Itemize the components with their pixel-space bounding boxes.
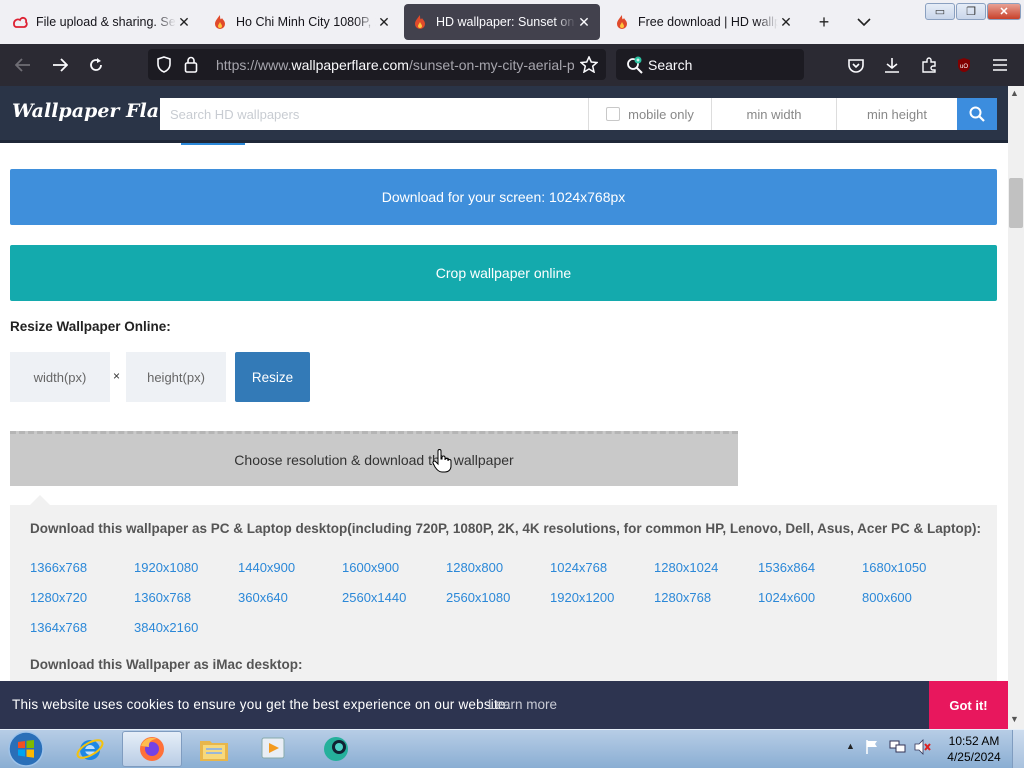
tab-hd-wallpaper-active[interactable]: HD wallpaper: Sunset on my ✕ — [404, 4, 600, 40]
windows-logo-icon — [8, 731, 44, 767]
firefox-icon — [140, 737, 164, 761]
resolution-link[interactable]: 1024x768 — [550, 560, 607, 575]
minimize-window-button[interactable]: ▭ — [925, 3, 955, 20]
resolution-link[interactable]: 1024x600 — [758, 590, 815, 605]
resize-width-input[interactable]: width(px) — [10, 352, 110, 402]
resolution-link[interactable]: 1360x768 — [134, 590, 191, 605]
times-sign: × — [113, 369, 121, 383]
show-desktop-button[interactable] — [1012, 730, 1024, 768]
close-tab-icon[interactable]: ✕ — [778, 14, 794, 31]
internet-explorer-icon — [76, 739, 104, 760]
maximize-window-button[interactable]: ❐ — [956, 3, 986, 20]
scrolled-link-underline — [181, 143, 245, 145]
extensions-puzzle-icon[interactable] — [916, 52, 942, 78]
new-tab-plus-icon[interactable]: + — [812, 10, 836, 34]
bookmark-star-icon[interactable] — [580, 56, 598, 73]
hand-cursor-icon — [432, 449, 452, 473]
url-bar[interactable]: https://www.wallpaperflare.com/sunset-on… — [148, 49, 606, 80]
crop-wallpaper-button[interactable]: Crop wallpaper online — [10, 245, 997, 301]
resolution-link[interactable]: 1280x720 — [30, 590, 87, 605]
resolution-link[interactable]: 1364x768 — [30, 620, 87, 635]
cookie-message: This website uses cookies to ensure you … — [12, 697, 510, 712]
resolution-link[interactable]: 2560x1440 — [342, 590, 406, 605]
resolution-link[interactable]: 1536x864 — [758, 560, 815, 575]
checkbox-icon[interactable] — [606, 107, 621, 121]
taskbar-firefox-active[interactable] — [122, 731, 182, 767]
lock-icon[interactable] — [184, 56, 202, 73]
scrollbar-thumb[interactable] — [1009, 178, 1023, 228]
action-center-flag-icon[interactable] — [864, 739, 880, 758]
taskbar-file-explorer[interactable] — [184, 731, 244, 767]
min-height-input[interactable]: min height — [836, 98, 957, 130]
downloads-icon[interactable] — [879, 52, 905, 78]
resolution-link[interactable]: 3840x2160 — [134, 620, 198, 635]
min-width-input[interactable]: min width — [711, 98, 836, 130]
search-icon — [969, 106, 985, 122]
flame-favicon — [415, 15, 425, 29]
folder-icon — [200, 741, 228, 761]
site-search-button[interactable] — [957, 98, 997, 130]
hamburger-menu-icon[interactable] — [987, 52, 1013, 78]
resize-title: Resize Wallpaper Online: — [10, 319, 171, 334]
tab-file-upload[interactable]: File upload & sharing. Send ✕ — [4, 4, 200, 40]
taskbar-media-player[interactable] — [244, 731, 304, 767]
tab-ho-chi-minh[interactable]: Ho Chi Minh City 1080P, 2K ✕ — [204, 4, 400, 40]
svg-text:uO: uO — [960, 64, 968, 70]
download-for-screen-button[interactable]: Download for your screen: 1024x768px — [10, 169, 997, 225]
resolution-link[interactable]: 1440x900 — [238, 560, 295, 575]
learn-more-link[interactable]: Learn more — [488, 697, 557, 712]
ublock-origin-icon[interactable]: uO — [951, 52, 977, 78]
network-icon[interactable] — [889, 739, 907, 758]
resolution-link[interactable]: 2560x1080 — [446, 590, 510, 605]
scroll-up-arrow-icon[interactable]: ▲ — [1010, 88, 1019, 98]
flame-favicon — [617, 15, 627, 29]
resolution-link[interactable]: 1600x900 — [342, 560, 399, 575]
resize-button[interactable]: Resize — [235, 352, 310, 402]
pocket-icon[interactable] — [843, 52, 869, 78]
resolution-link[interactable]: 1680x1050 — [862, 560, 926, 575]
list-tabs-chevron-icon[interactable] — [852, 10, 876, 34]
resolution-link[interactable]: 1920x1080 — [134, 560, 198, 575]
mobile-only-toggle[interactable]: mobile only — [588, 98, 711, 130]
flame-favicon — [215, 15, 225, 29]
reload-icon[interactable] — [83, 52, 109, 78]
taskbar-app-green[interactable] — [306, 731, 366, 767]
imac-title: Download this Wallpaper as iMac desktop: — [30, 657, 303, 672]
back-arrow-icon[interactable] — [10, 52, 36, 78]
resolution-link[interactable]: 360x640 — [238, 590, 288, 605]
system-clock[interactable]: 10:52 AM 4/25/2024 — [944, 733, 1004, 765]
start-button[interactable] — [4, 730, 48, 768]
show-hidden-icons-arrow[interactable]: ▲ — [846, 741, 855, 751]
shield-icon[interactable] — [156, 56, 174, 73]
green-circle-app-icon — [324, 737, 348, 761]
pc-laptop-title: Download this wallpaper as PC & Laptop d… — [30, 521, 981, 536]
upload-favicon — [13, 16, 28, 28]
tab-free-download[interactable]: Free download | HD wallpa ✕ — [606, 4, 802, 40]
taskbar-internet-explorer[interactable] — [60, 731, 120, 767]
resolution-link[interactable]: 1280x800 — [446, 560, 503, 575]
search-engine-icon — [626, 56, 644, 74]
url-text[interactable]: https://www.wallpaperflare.com/sunset-on… — [216, 57, 576, 73]
resolution-link[interactable]: 1280x1024 — [654, 560, 718, 575]
resize-height-input[interactable]: height(px) — [126, 352, 226, 402]
scroll-down-arrow-icon[interactable]: ▼ — [1010, 714, 1019, 724]
volume-muted-icon[interactable] — [914, 739, 932, 758]
close-tab-icon[interactable]: ✕ — [176, 14, 192, 31]
resolution-link[interactable]: 1280x768 — [654, 590, 711, 605]
got-it-button[interactable]: Got it! — [929, 681, 1008, 729]
search-input[interactable] — [160, 98, 588, 130]
close-tab-icon[interactable]: ✕ — [376, 14, 392, 31]
browser-search-bar[interactable]: Search — [616, 49, 804, 80]
panel-caret — [30, 495, 50, 505]
close-window-button[interactable]: ✕ — [987, 3, 1021, 20]
resolution-link[interactable]: 800x600 — [862, 590, 912, 605]
choose-resolution-button[interactable]: Choose resolution & download this wallpa… — [10, 431, 738, 486]
forward-arrow-icon[interactable] — [47, 52, 73, 78]
resolution-link[interactable]: 1366x768 — [30, 560, 87, 575]
close-tab-icon[interactable]: ✕ — [576, 14, 592, 31]
site-logo[interactable]: Wallpaper Flare — [12, 100, 181, 122]
media-player-icon — [261, 737, 285, 759]
resolution-link[interactable]: 1920x1200 — [550, 590, 614, 605]
